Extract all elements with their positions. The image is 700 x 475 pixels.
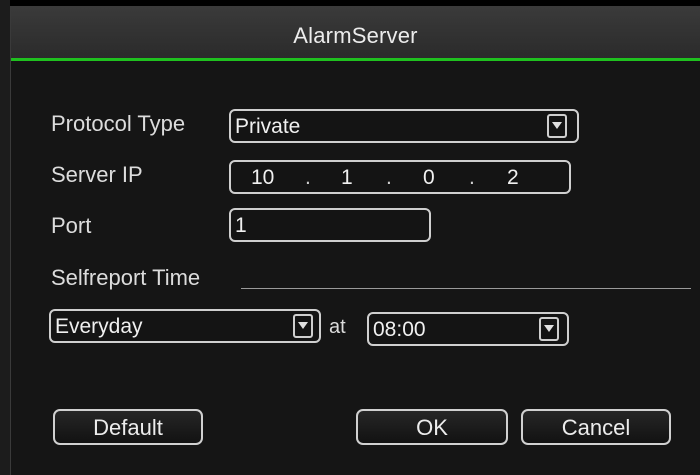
dialog-titlebar: AlarmServer — [11, 7, 700, 61]
ip-octet-4[interactable]: 2 — [507, 166, 519, 190]
chevron-down-icon[interactable] — [293, 314, 313, 338]
ip-octet-3[interactable]: 0 — [423, 166, 435, 190]
time-select[interactable]: 08:00 — [367, 312, 569, 346]
protocol-type-label: Protocol Type — [51, 111, 186, 136]
protocol-type-value: Private — [235, 115, 301, 138]
chevron-down-icon[interactable] — [539, 317, 559, 341]
port-value: 1 — [235, 214, 247, 237]
server-ip-field[interactable]: 10 . 1 . 0 . 2 — [229, 160, 571, 194]
cancel-button[interactable]: Cancel — [521, 409, 671, 445]
ip-dot-1: . — [305, 166, 311, 189]
selfreport-time-label: Selfreport Time — [51, 265, 201, 290]
at-label: at — [329, 316, 346, 338]
chevron-down-icon[interactable] — [547, 114, 567, 138]
server-ip-label: Server IP — [51, 162, 143, 187]
dialog-title: AlarmServer — [293, 23, 418, 48]
port-label: Port — [51, 213, 92, 238]
time-value: 08:00 — [373, 318, 426, 341]
ip-dot-3: . — [469, 166, 475, 189]
ip-octet-2[interactable]: 1 — [341, 166, 353, 190]
ip-dot-2: . — [386, 166, 392, 189]
left-edge — [0, 0, 10, 475]
port-input[interactable]: 1 — [229, 208, 431, 242]
protocol-type-select[interactable]: Private — [229, 109, 579, 143]
default-button[interactable]: Default — [53, 409, 203, 445]
ip-octet-1[interactable]: 10 — [251, 166, 274, 190]
section-divider — [241, 288, 691, 289]
frequency-value: Everyday — [55, 315, 143, 338]
screen: AlarmServer Protocol Type Private Server… — [0, 0, 700, 475]
alarm-server-dialog: AlarmServer Protocol Type Private Server… — [10, 6, 700, 475]
ok-button[interactable]: OK — [356, 409, 508, 445]
frequency-select[interactable]: Everyday — [49, 309, 321, 343]
